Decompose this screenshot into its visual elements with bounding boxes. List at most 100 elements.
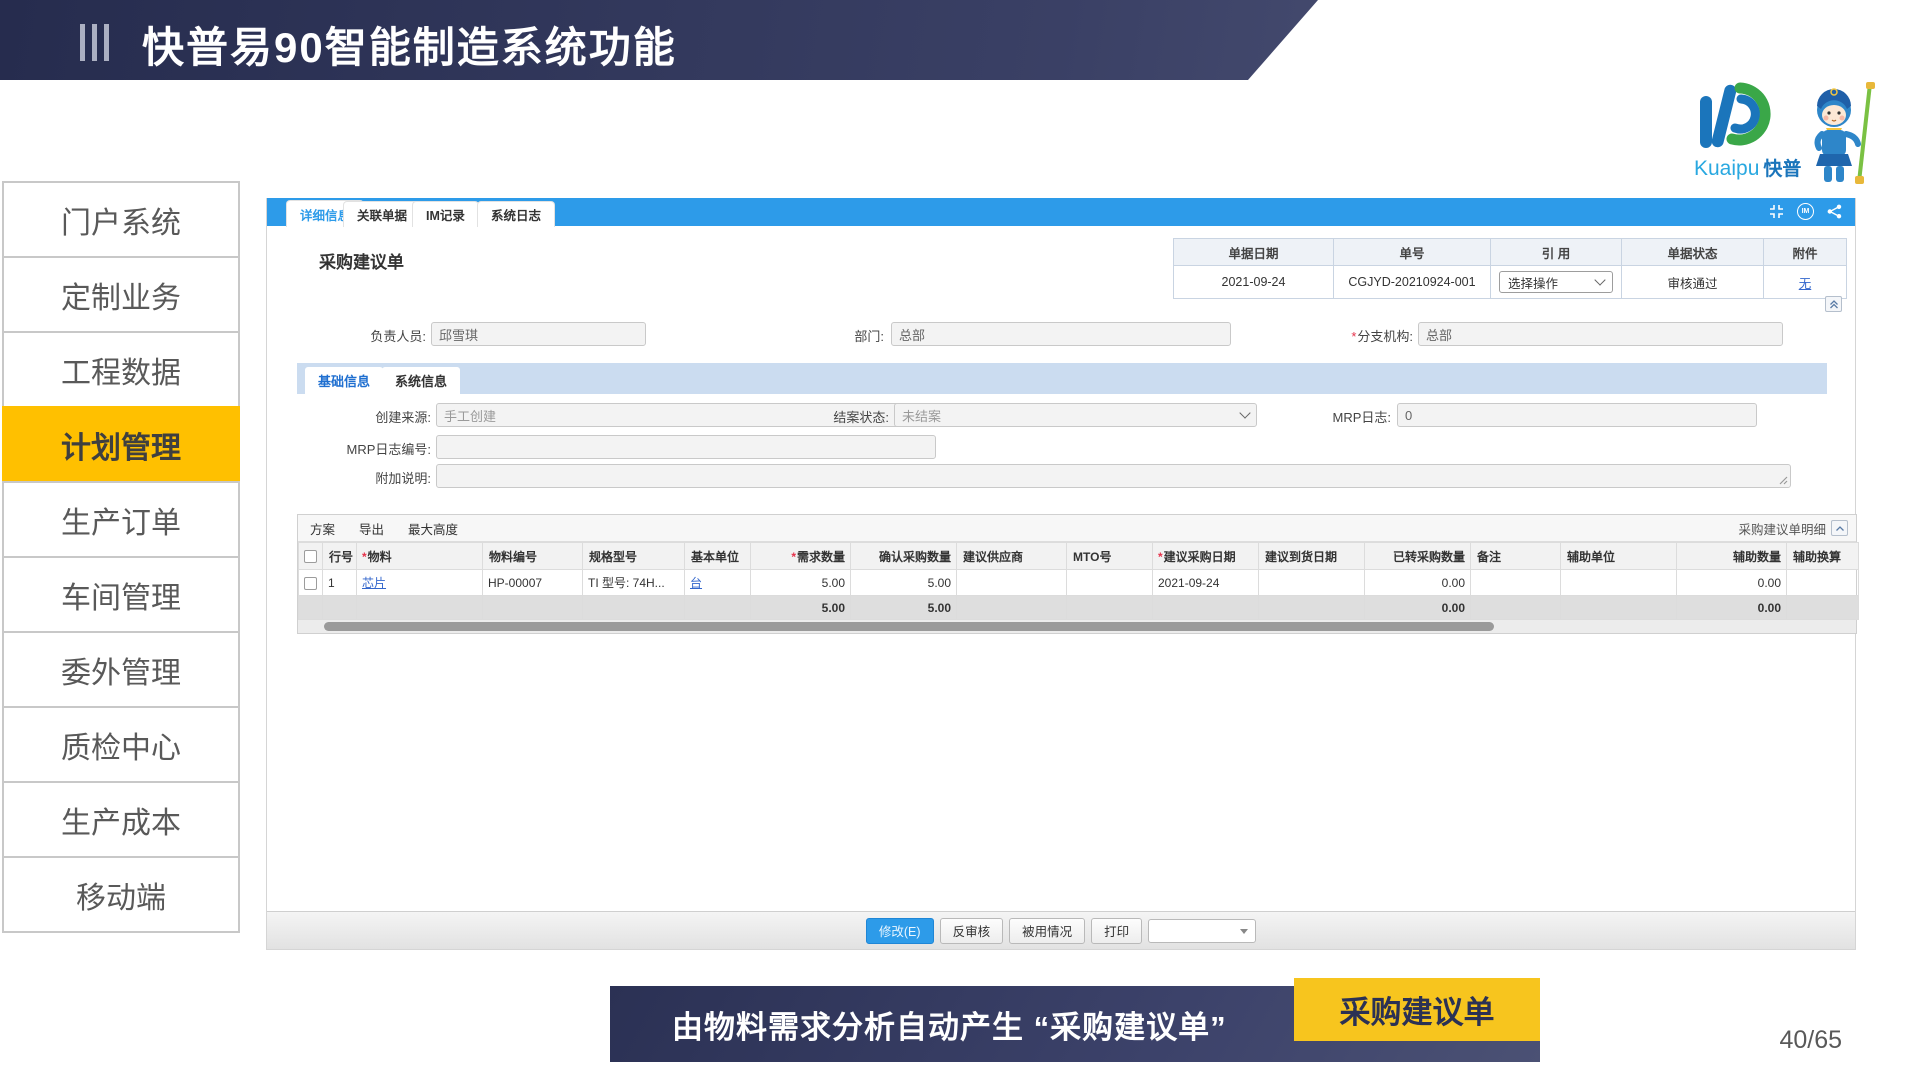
reference-select[interactable]: 选择操作 (1499, 271, 1613, 293)
scrollbar-thumb[interactable] (324, 622, 1494, 631)
col-material-no: 物料编号 (483, 543, 583, 570)
dept-input[interactable]: 总部 (891, 322, 1231, 346)
material-link[interactable]: 芯片 (362, 576, 386, 590)
im-icon[interactable]: IM (1797, 203, 1814, 220)
extra-note-input[interactable] (436, 464, 1791, 488)
col-mto-no: MTO号 (1067, 543, 1153, 570)
col-attachment: 附件 (1764, 239, 1847, 266)
toolbar-export[interactable]: 导出 (359, 519, 384, 538)
sidebar-item-custom-business[interactable]: 定制业务 (2, 256, 240, 333)
grid-data-row: 1 芯片 HP-00007 TI 型号: 74H... 台 5.00 5.00 … (299, 570, 1859, 596)
sidebar: 门户系统 定制业务 工程数据 计划管理 生产订单 车间管理 委外管理 质检中心 … (2, 181, 240, 933)
slide: 快普易90智能制造系统功能 Kuaipu快普 (0, 0, 1920, 1080)
doc-status: 审核通过 (1622, 266, 1764, 299)
subtab-basic-info[interactable]: 基础信息 (305, 367, 383, 394)
select-all-checkbox[interactable] (304, 550, 317, 563)
col-spec-model: 规格型号 (583, 543, 685, 570)
grid-collapse-button[interactable] (1831, 520, 1848, 536)
col-doc-status: 单据状态 (1622, 239, 1764, 266)
close-status-select[interactable]: 未结案 (894, 403, 1257, 427)
col-suggest-arrival-date: 建议到货日期 (1259, 543, 1365, 570)
logo-wordmark: Kuaipu快普 (1694, 154, 1801, 181)
modify-button[interactable]: 修改(E) (866, 918, 934, 944)
col-converted-qty: 已转采购数量 (1365, 543, 1471, 570)
sidebar-item-workshop[interactable]: 车间管理 (2, 556, 240, 633)
cell-material-no: HP-00007 (483, 570, 583, 596)
cell-aux-conversion (1787, 570, 1859, 596)
unapprove-button[interactable]: 反审核 (940, 918, 1004, 944)
col-line-no: 行号 (323, 543, 357, 570)
header-collapse-button[interactable] (1825, 296, 1842, 312)
mrp-log-label: MRP日志: (1311, 407, 1391, 426)
mrp-log-no-input[interactable] (436, 435, 936, 459)
detail-grid-panel: 方案 导出 最大高度 采购建议单明细 (297, 514, 1857, 634)
col-suggest-supplier: 建议供应商 (957, 543, 1067, 570)
slide-header: 快普易90智能制造系统功能 (0, 0, 1920, 80)
dept-label: 部门: (814, 326, 884, 345)
tab-system-log[interactable]: 系统日志 (477, 201, 555, 227)
cell-remark (1471, 570, 1561, 596)
grid-header-row: 行号 *物料 物料编号 规格型号 基本单位 *需求数量 确认采购数量 建议供应商… (299, 543, 1859, 570)
print-button[interactable]: 打印 (1091, 918, 1142, 944)
branch-label: *分支机构: (1311, 326, 1413, 345)
col-confirm-qty: 确认采购数量 (851, 543, 957, 570)
owner-input[interactable]: 邱雪琪 (431, 322, 646, 346)
cell-confirm-qty: 5.00 (851, 570, 957, 596)
cell-mto-no (1067, 570, 1153, 596)
app-footer: 修改(E) 反审核 被用情况 打印 (267, 911, 1855, 949)
usage-button[interactable]: 被用情况 (1009, 918, 1085, 944)
branch-input[interactable]: 总部 (1418, 322, 1783, 346)
create-source-label: 创建来源: (297, 407, 431, 426)
sidebar-item-production-order[interactable]: 生产订单 (2, 481, 240, 558)
caption-text: 由物料需求分析自动产生 “采购建议单” (672, 1002, 1227, 1047)
unit-link[interactable]: 台 (690, 576, 702, 590)
doc-number: CGJYD-20210924-001 (1334, 266, 1491, 299)
sidebar-item-quality-center[interactable]: 质检中心 (2, 706, 240, 783)
window-icons: IM (1768, 203, 1843, 220)
horizontal-scrollbar[interactable] (298, 620, 1856, 633)
subtab-system-info[interactable]: 系统信息 (382, 367, 460, 394)
mrp-log-input[interactable]: 0 (1397, 403, 1757, 427)
cell-spec-model: TI 型号: 74H... (583, 570, 685, 596)
more-actions-select[interactable] (1148, 919, 1256, 943)
chevron-down-icon (1239, 407, 1250, 418)
sidebar-item-mobile[interactable]: 移动端 (2, 856, 240, 933)
grid-summary-row: 5.00 5.00 0.00 0.00 (299, 596, 1859, 620)
sum-confirm-qty: 5.00 (851, 596, 957, 620)
toolbar-max-height[interactable]: 最大高度 (408, 519, 458, 538)
col-demand-qty: *需求数量 (751, 543, 851, 570)
caption-tag: 采购建议单 (1294, 978, 1540, 1041)
grid-panel-title: 采购建议单明细 (1738, 519, 1826, 538)
sidebar-item-outsourcing[interactable]: 委外管理 (2, 631, 240, 708)
vertical-bars-icon (80, 24, 109, 61)
row-checkbox[interactable] (304, 577, 317, 590)
col-suggest-purchase-date: *建议采购日期 (1153, 543, 1259, 570)
col-aux-unit: 辅助单位 (1561, 543, 1677, 570)
detail-grid: 行号 *物料 物料编号 规格型号 基本单位 *需求数量 确认采购数量 建议供应商… (298, 542, 1859, 620)
col-remark: 备注 (1471, 543, 1561, 570)
tab-related-docs[interactable]: 关联单据 (343, 201, 421, 227)
share-icon[interactable] (1826, 203, 1843, 220)
compress-icon[interactable] (1768, 203, 1785, 220)
doc-header-table: 单据日期 单号 引 用 单据状态 附件 2021-09-24 CGJYD-202… (1173, 238, 1847, 299)
slide-title: 快普易90智能制造系统功能 (142, 14, 677, 75)
toolbar-scheme[interactable]: 方案 (310, 519, 335, 538)
cell-demand-qty: 5.00 (751, 570, 851, 596)
tab-im-record[interactable]: IM记录 (412, 201, 479, 227)
cell-line-no: 1 (323, 570, 357, 596)
sidebar-item-plan-management[interactable]: 计划管理 (2, 406, 240, 483)
col-doc-date: 单据日期 (1174, 239, 1334, 266)
attachment-link[interactable]: 无 (1799, 277, 1812, 291)
doc-date: 2021-09-24 (1174, 266, 1334, 299)
cell-suggest-supplier (957, 570, 1067, 596)
extra-note-label: 附加说明: (356, 468, 431, 487)
sidebar-item-production-cost[interactable]: 生产成本 (2, 781, 240, 858)
sum-converted-qty: 0.00 (1365, 596, 1471, 620)
col-aux-conversion: 辅助换算 (1787, 543, 1859, 570)
mrp-log-no-label: MRP日志编号: (309, 439, 431, 458)
resize-handle-icon[interactable] (1779, 476, 1788, 485)
cell-suggest-arrival-date (1259, 570, 1365, 596)
sidebar-item-engineering-data[interactable]: 工程数据 (2, 331, 240, 408)
col-base-unit: 基本单位 (685, 543, 751, 570)
sidebar-item-portal[interactable]: 门户系统 (2, 181, 240, 258)
